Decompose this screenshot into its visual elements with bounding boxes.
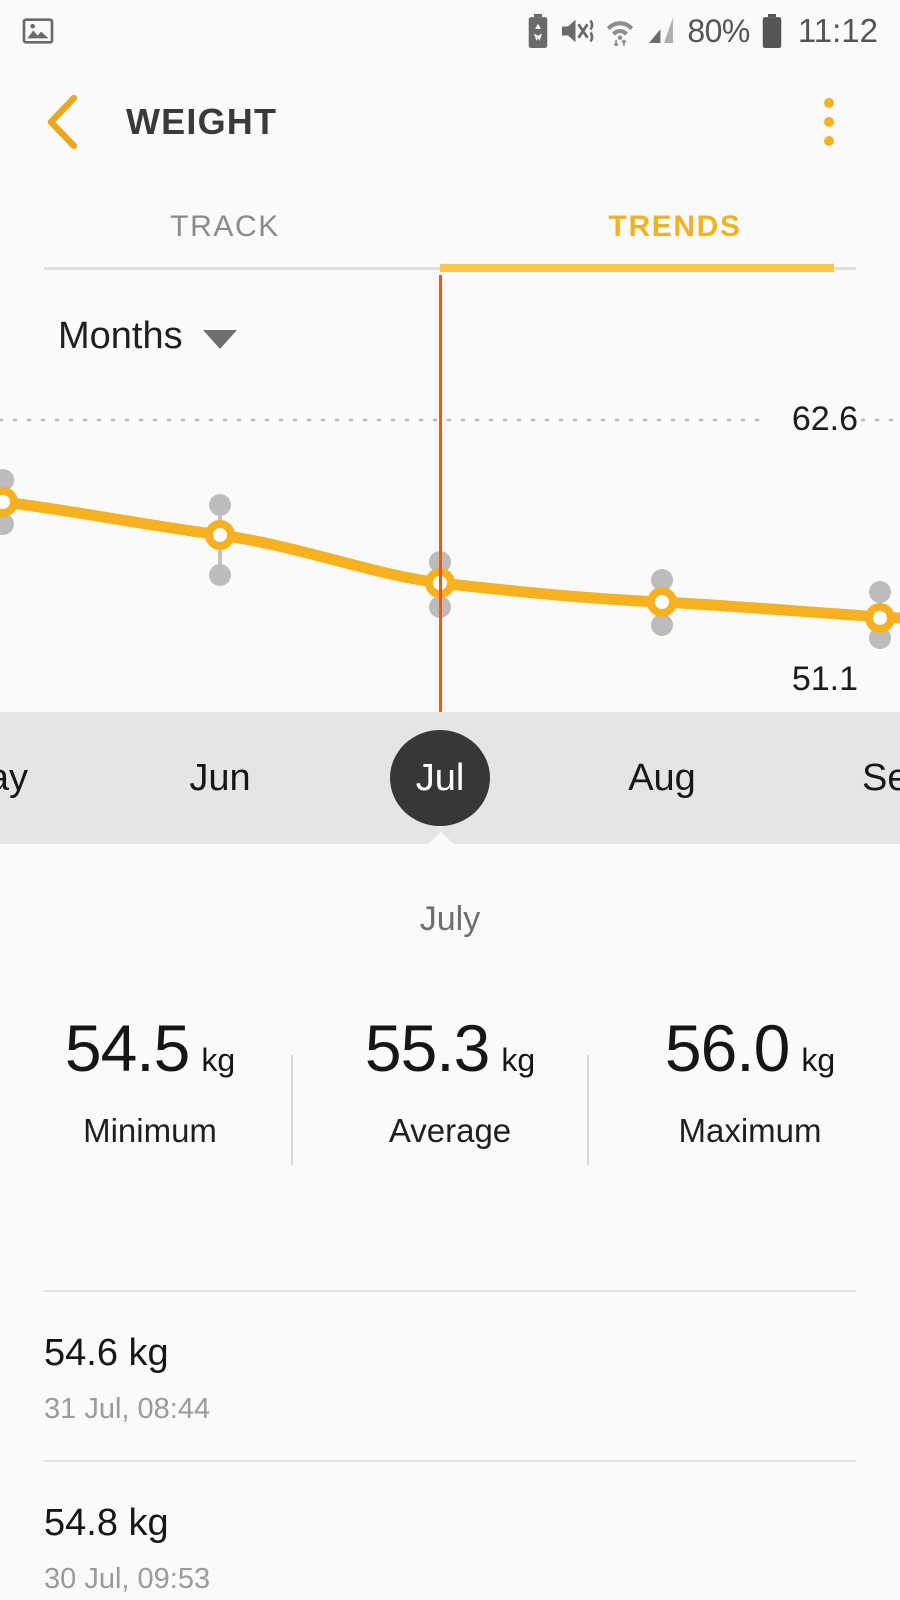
battery-icon bbox=[762, 14, 782, 48]
stat-maximum-label: Maximum bbox=[678, 1112, 822, 1149]
record-weight: 54.8 kg bbox=[44, 1502, 169, 1544]
chevron-down-icon bbox=[202, 329, 237, 349]
image-icon bbox=[22, 18, 54, 44]
month-item-jul[interactable]: Jul bbox=[390, 730, 490, 826]
mute-vibrate-icon bbox=[562, 19, 594, 43]
weight-trends-screen: 80% 11:12 WEIGHT TRACK TRENDS Months 62.… bbox=[0, 0, 900, 1600]
chart-axis-label-low: 51.1 bbox=[791, 660, 858, 698]
stat-divider-2 bbox=[587, 1055, 589, 1165]
month-item-may[interactable]: ay bbox=[0, 712, 58, 844]
record-timestamp: 31 Jul, 08:44 bbox=[44, 1393, 211, 1425]
chart-gridline-label-high: 62.6 bbox=[791, 400, 858, 438]
clock-label: 11:12 bbox=[797, 12, 878, 49]
month-item-sep[interactable]: Se bbox=[862, 712, 900, 844]
stat-maximum-value: 56.0 bbox=[664, 1011, 790, 1085]
month-selection-notch bbox=[415, 832, 467, 856]
tab-underline-trends bbox=[440, 264, 834, 272]
tab-bar: TRACK TRENDS bbox=[0, 182, 900, 272]
power-saving-battery-icon bbox=[529, 14, 548, 48]
trend-line bbox=[0, 496, 900, 624]
stat-divider-1 bbox=[291, 1055, 293, 1165]
range-whiskers bbox=[0, 469, 891, 649]
stat-average-value: 55.3 bbox=[364, 1011, 490, 1085]
summary-stats: 54.5 kg Minimum 55.3 kg Average 56.0 kg … bbox=[0, 1010, 900, 1190]
wifi-data-icon bbox=[607, 21, 634, 47]
battery-percent-label: 80% bbox=[687, 12, 750, 49]
month-item-aug[interactable]: Aug bbox=[612, 712, 712, 844]
record-weight: 54.6 kg bbox=[44, 1332, 169, 1374]
tab-track[interactable]: TRACK bbox=[0, 182, 450, 272]
more-vertical-icon-dot-2 bbox=[824, 117, 834, 127]
summary-month-label: July bbox=[419, 900, 481, 938]
cellular-signal-icon bbox=[649, 17, 674, 43]
stat-minimum-unit: kg bbox=[201, 1042, 236, 1078]
list-item[interactable]: 54.8 kg 30 Jul, 09:53 bbox=[0, 1462, 900, 1600]
stat-maximum-value-row: 56.0 kg bbox=[665, 1010, 835, 1086]
chart-selection-cursor bbox=[439, 275, 442, 712]
list-item[interactable]: 54.6 kg 31 Jul, 08:44 bbox=[0, 1292, 900, 1460]
stat-maximum-unit: kg bbox=[801, 1042, 836, 1078]
more-options-button[interactable] bbox=[802, 87, 856, 157]
stat-maximum: 56.0 kg Maximum bbox=[600, 1010, 900, 1190]
back-button[interactable] bbox=[44, 92, 96, 152]
stat-average-unit: kg bbox=[501, 1042, 536, 1078]
page-title: WEIGHT bbox=[126, 101, 278, 142]
stat-average-label: Average bbox=[388, 1112, 512, 1149]
app-bar: WEIGHT bbox=[0, 62, 900, 182]
tab-trends[interactable]: TRENDS bbox=[450, 182, 900, 272]
status-bar: 80% 11:12 bbox=[0, 0, 900, 62]
status-bar-left bbox=[22, 15, 54, 47]
range-dropdown-label: Months bbox=[58, 314, 183, 357]
stat-minimum: 54.5 kg Minimum bbox=[0, 1010, 300, 1190]
stat-minimum-label: Minimum bbox=[83, 1112, 217, 1149]
stat-minimum-value: 54.5 bbox=[64, 1011, 190, 1085]
weight-record-list: 54.6 kg 31 Jul, 08:44 54.8 kg 30 Jul, 09… bbox=[0, 1290, 900, 1600]
status-bar-right: 80% 11:12 bbox=[527, 12, 878, 50]
range-dropdown[interactable]: Months bbox=[58, 300, 237, 372]
stat-minimum-value-row: 54.5 kg bbox=[65, 1010, 235, 1086]
back-chevron-icon bbox=[47, 94, 78, 150]
stat-average: 55.3 kg Average bbox=[300, 1010, 600, 1190]
month-item-jun[interactable]: Jun bbox=[170, 712, 270, 844]
record-timestamp: 30 Jul, 09:53 bbox=[44, 1563, 211, 1595]
more-vertical-icon-dot-1 bbox=[824, 98, 834, 108]
more-vertical-icon-dot-3 bbox=[824, 136, 834, 146]
stat-average-value-row: 55.3 kg bbox=[365, 1010, 535, 1086]
